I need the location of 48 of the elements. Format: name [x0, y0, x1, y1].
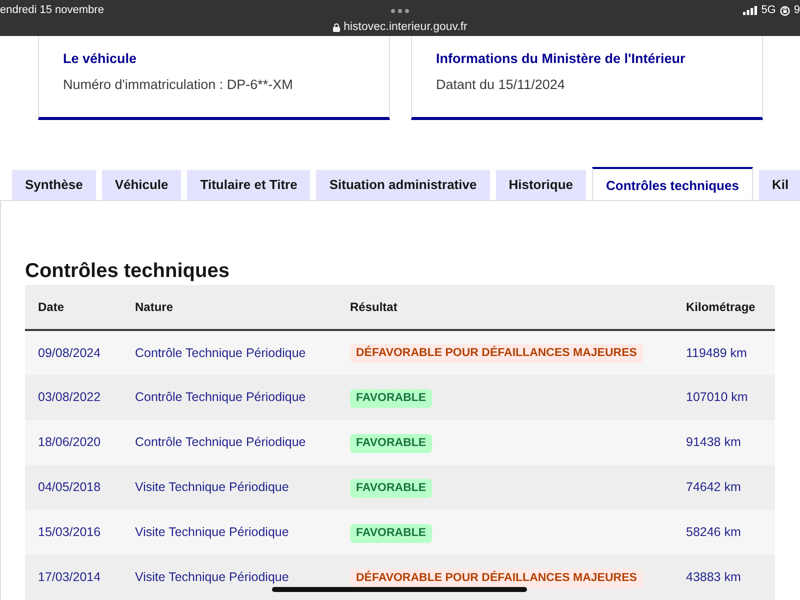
nature-cell: Contrôle Technique Périodique [122, 330, 337, 375]
date-cell: 09/08/2024 [25, 330, 122, 375]
card-title: Le véhicule [63, 51, 138, 67]
card-text: Numéro d'immatriculation : DP-6**-XM [63, 76, 294, 94]
result-badge: DÉFAVORABLE POUR DÉFAILLANCES MAJEURES [350, 344, 643, 363]
tab[interactable]: Situation administrative [316, 170, 490, 200]
nature-cell: Contrôle Technique Périodique [122, 375, 337, 420]
signal-bars-icon [743, 6, 758, 15]
date-cell: 18/06/2020 [25, 420, 122, 465]
date-cell: 04/05/2018 [25, 465, 122, 510]
column-header: Kilométrage [673, 285, 775, 330]
result-badge: FAVORABLE [350, 434, 432, 452]
mileage-cell: 119489 km [673, 330, 775, 375]
result-badge: DÉFAVORABLE POUR DÉFAILLANCES MAJEURES [350, 568, 643, 588]
section-heading: Contrôles techniques [25, 259, 230, 283]
result-badge: FAVORABLE [350, 524, 432, 542]
tab[interactable]: Contrôles techniques [592, 167, 753, 200]
nature-cell: Contrôle Technique Périodique [122, 420, 337, 465]
column-header: Résultat [337, 285, 673, 330]
tab[interactable]: Kil [758, 170, 800, 200]
lock-icon [332, 22, 340, 32]
column-header: Nature [122, 285, 337, 330]
tab[interactable]: Synthèse [12, 170, 96, 200]
date-cell: 03/08/2022 [25, 375, 122, 420]
more-dots-icon [391, 8, 409, 12]
date-cell: 17/03/2014 [25, 555, 122, 600]
mileage-cell: 58246 km [673, 510, 775, 555]
tab[interactable]: Véhicule [102, 170, 182, 200]
column-header: Date [25, 285, 122, 330]
nature-cell: Visite Technique Périodique [122, 465, 337, 510]
nature-cell: Visite Technique Périodique [122, 510, 337, 555]
network-label: 5G [761, 4, 776, 17]
card-text: Datant du 15/11/2024 [436, 76, 566, 94]
nature-cell: Visite Technique Périodique [122, 555, 337, 600]
tab[interactable]: Titulaire et Titre [187, 170, 310, 200]
mileage-cell: 107010 km [673, 375, 775, 420]
mileage-cell: 74642 km [673, 465, 775, 510]
tab[interactable]: Historique [496, 170, 586, 200]
result-badge: FAVORABLE [350, 478, 432, 498]
result-badge: FAVORABLE [350, 388, 432, 408]
mileage-cell: 43883 km [673, 555, 775, 600]
mileage-cell: 91438 km [673, 420, 775, 465]
card-title: Informations du Ministère de l'Intérieur [436, 51, 686, 67]
orientation-lock-icon [780, 6, 790, 16]
status-date: endredi 15 novembre [0, 4, 104, 17]
battery-percent: 9 [794, 4, 800, 17]
url-address[interactable]: histovec.interieur.gouv.fr [344, 20, 468, 34]
date-cell: 15/03/2016 [25, 510, 122, 555]
